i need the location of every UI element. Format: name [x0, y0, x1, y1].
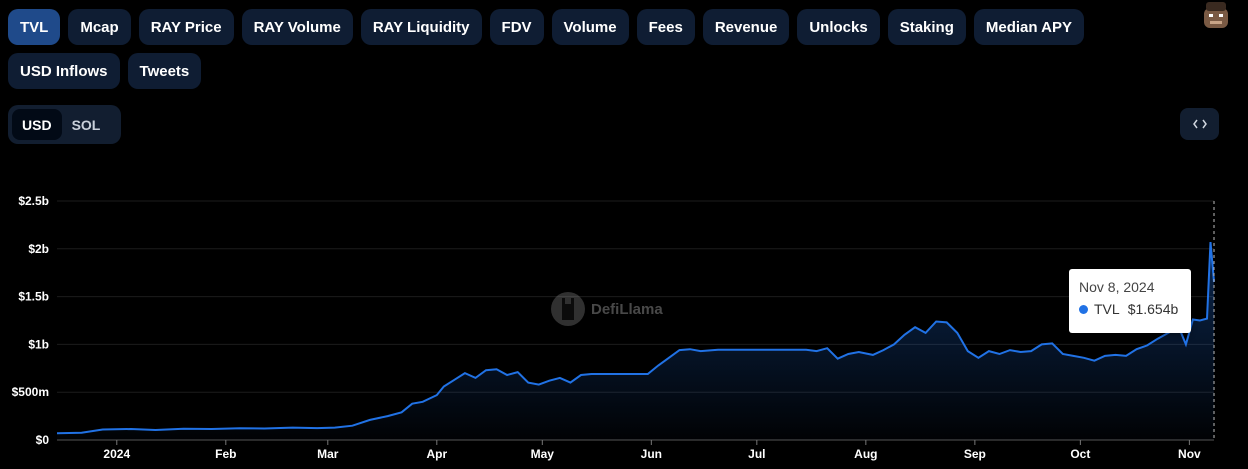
x-tick-label: Jul	[748, 447, 765, 461]
chart-tooltip: Nov 8, 2024 TVL $1.654b	[1069, 269, 1191, 333]
x-tick-label: Aug	[854, 447, 877, 461]
y-tick-label: $2.5b	[18, 194, 49, 208]
tooltip-date: Nov 8, 2024	[1079, 279, 1155, 295]
tvl-area	[57, 242, 1214, 440]
x-tick-label: Feb	[215, 447, 236, 461]
x-tick-label: Jun	[641, 447, 662, 461]
x-tick-label: 2024	[103, 447, 130, 461]
tooltip-value: $1.654b	[1127, 301, 1179, 317]
x-tick-label: Oct	[1070, 447, 1090, 461]
y-tick-label: $1.5b	[18, 290, 49, 304]
llama-logo-icon	[551, 292, 585, 326]
x-tick-label: Apr	[426, 447, 447, 461]
x-tick-label: Mar	[317, 447, 339, 461]
tvl-chart[interactable]: $0 $500m $1b $1.5b $2b $2.5b 2024 Feb Mar Apr May…	[0, 0, 1248, 469]
x-tick-label: Sep	[964, 447, 986, 461]
y-tick-label: $500m	[12, 385, 49, 399]
x-tick-label: Nov	[1178, 447, 1201, 461]
tooltip-series: TVL	[1094, 301, 1120, 317]
defillama-watermark: DefiLlama	[551, 290, 663, 328]
series-dot-icon	[1079, 304, 1088, 314]
x-tick-label: May	[531, 447, 555, 461]
y-tick-label: $0	[36, 433, 50, 447]
tooltip-row: TVL $1.654b	[1079, 301, 1181, 317]
y-tick-label: $1b	[28, 337, 49, 351]
watermark-text: DefiLlama	[591, 300, 663, 318]
y-tick-label: $2b	[28, 242, 49, 256]
